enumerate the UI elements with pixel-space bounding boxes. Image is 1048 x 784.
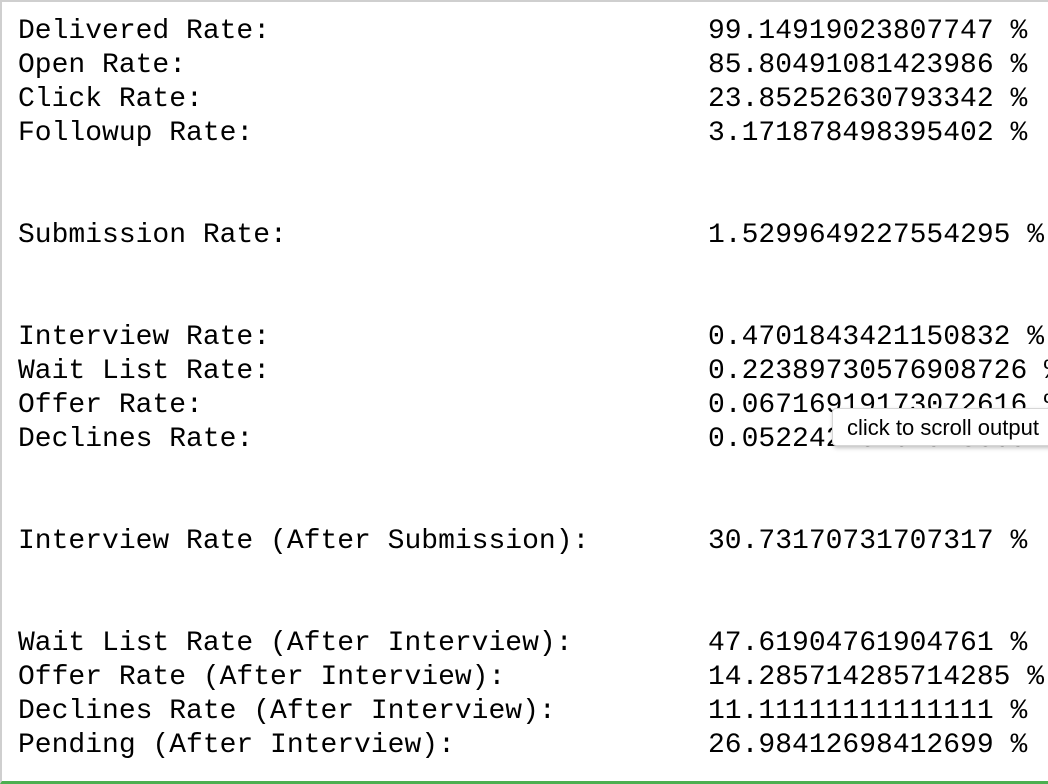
metric-value: 11.11111111111111 % — [708, 696, 1028, 727]
metric-label: Offer Rate (After Interview): — [18, 662, 506, 693]
metric-label: Wait List Rate (After Interview): — [18, 628, 573, 659]
metric-value: 23.85252630793342 % — [708, 84, 1028, 115]
metric-value: 47.61904761904761 % — [708, 628, 1028, 659]
output-line-click-rate: Click Rate: 23.85252630793342 % — [18, 83, 1027, 117]
metric-value: 30.73170731707317 % — [708, 526, 1028, 557]
metric-label: Offer Rate: — [18, 390, 203, 421]
metric-value: 99.14919023807747 % — [708, 16, 1028, 47]
metric-label: Declines Rate (After Interview): — [18, 696, 556, 727]
metric-label: Interview Rate (After Submission): — [18, 526, 590, 557]
metric-value: 1.5299649227554295 % — [708, 220, 1045, 251]
metric-value: 26.98412698412699 % — [708, 730, 1028, 761]
output-line-interview-rate-after-submission: Interview Rate (After Submission): 30.73… — [18, 525, 1027, 559]
output-line-delivered-rate: Delivered Rate: 99.14919023807747 % — [18, 15, 1027, 49]
output-line-pending-after-interview: Pending (After Interview): 26.9841269841… — [18, 729, 1027, 763]
scroll-output-tooltip: click to scroll output — [832, 408, 1048, 446]
metric-label: Wait List Rate: — [18, 356, 271, 387]
output-line-submission-rate: Submission Rate: 1.5299649227554295 % — [18, 219, 1044, 253]
metric-value: 14.285714285714285 % — [708, 662, 1045, 693]
metric-label: Submission Rate: — [18, 220, 287, 251]
output-line-wait-list-rate-after-interview: Wait List Rate (After Interview): 47.619… — [18, 627, 1027, 661]
metric-label: Interview Rate: — [18, 322, 271, 353]
metric-value: 85.80491081423986 % — [708, 50, 1028, 81]
output-line-offer-rate: Offer Rate: 0.06716919173072616 % — [18, 389, 1048, 423]
output-line-interview-rate: Interview Rate: 0.4701843421150832 % — [18, 321, 1044, 355]
metric-value: 0.4701843421150832 % — [708, 322, 1045, 353]
metric-value: 0.22389730576908726 % — [708, 356, 1048, 387]
output-line-followup-rate: Followup Rate: 3.171878498395402 % — [18, 117, 1027, 151]
output-line-wait-list-rate: Wait List Rate: 0.22389730576908726 % — [18, 355, 1048, 389]
output-line-offer-rate-after-interview: Offer Rate (After Interview): 14.2857142… — [18, 661, 1044, 695]
metric-label: Pending (After Interview): — [18, 730, 455, 761]
metric-label: Followup Rate: — [18, 118, 254, 149]
cell-output-area[interactable]: Delivered Rate: 99.14919023807747 % Open… — [0, 0, 1048, 784]
metric-label: Delivered Rate: — [18, 16, 271, 47]
metric-value: 3.171878498395402 % — [708, 118, 1028, 149]
output-line-open-rate: Open Rate: 85.80491081423986 % — [18, 49, 1027, 83]
output-line-declines-rate: Declines Rate: 0.05224270467945369 % — [18, 423, 1048, 457]
metric-label: Click Rate: — [18, 84, 203, 115]
metric-label: Declines Rate: — [18, 424, 254, 455]
metric-label: Open Rate: — [18, 50, 187, 81]
output-line-declines-rate-after-interview: Declines Rate (After Interview): 11.1111… — [18, 695, 1027, 729]
